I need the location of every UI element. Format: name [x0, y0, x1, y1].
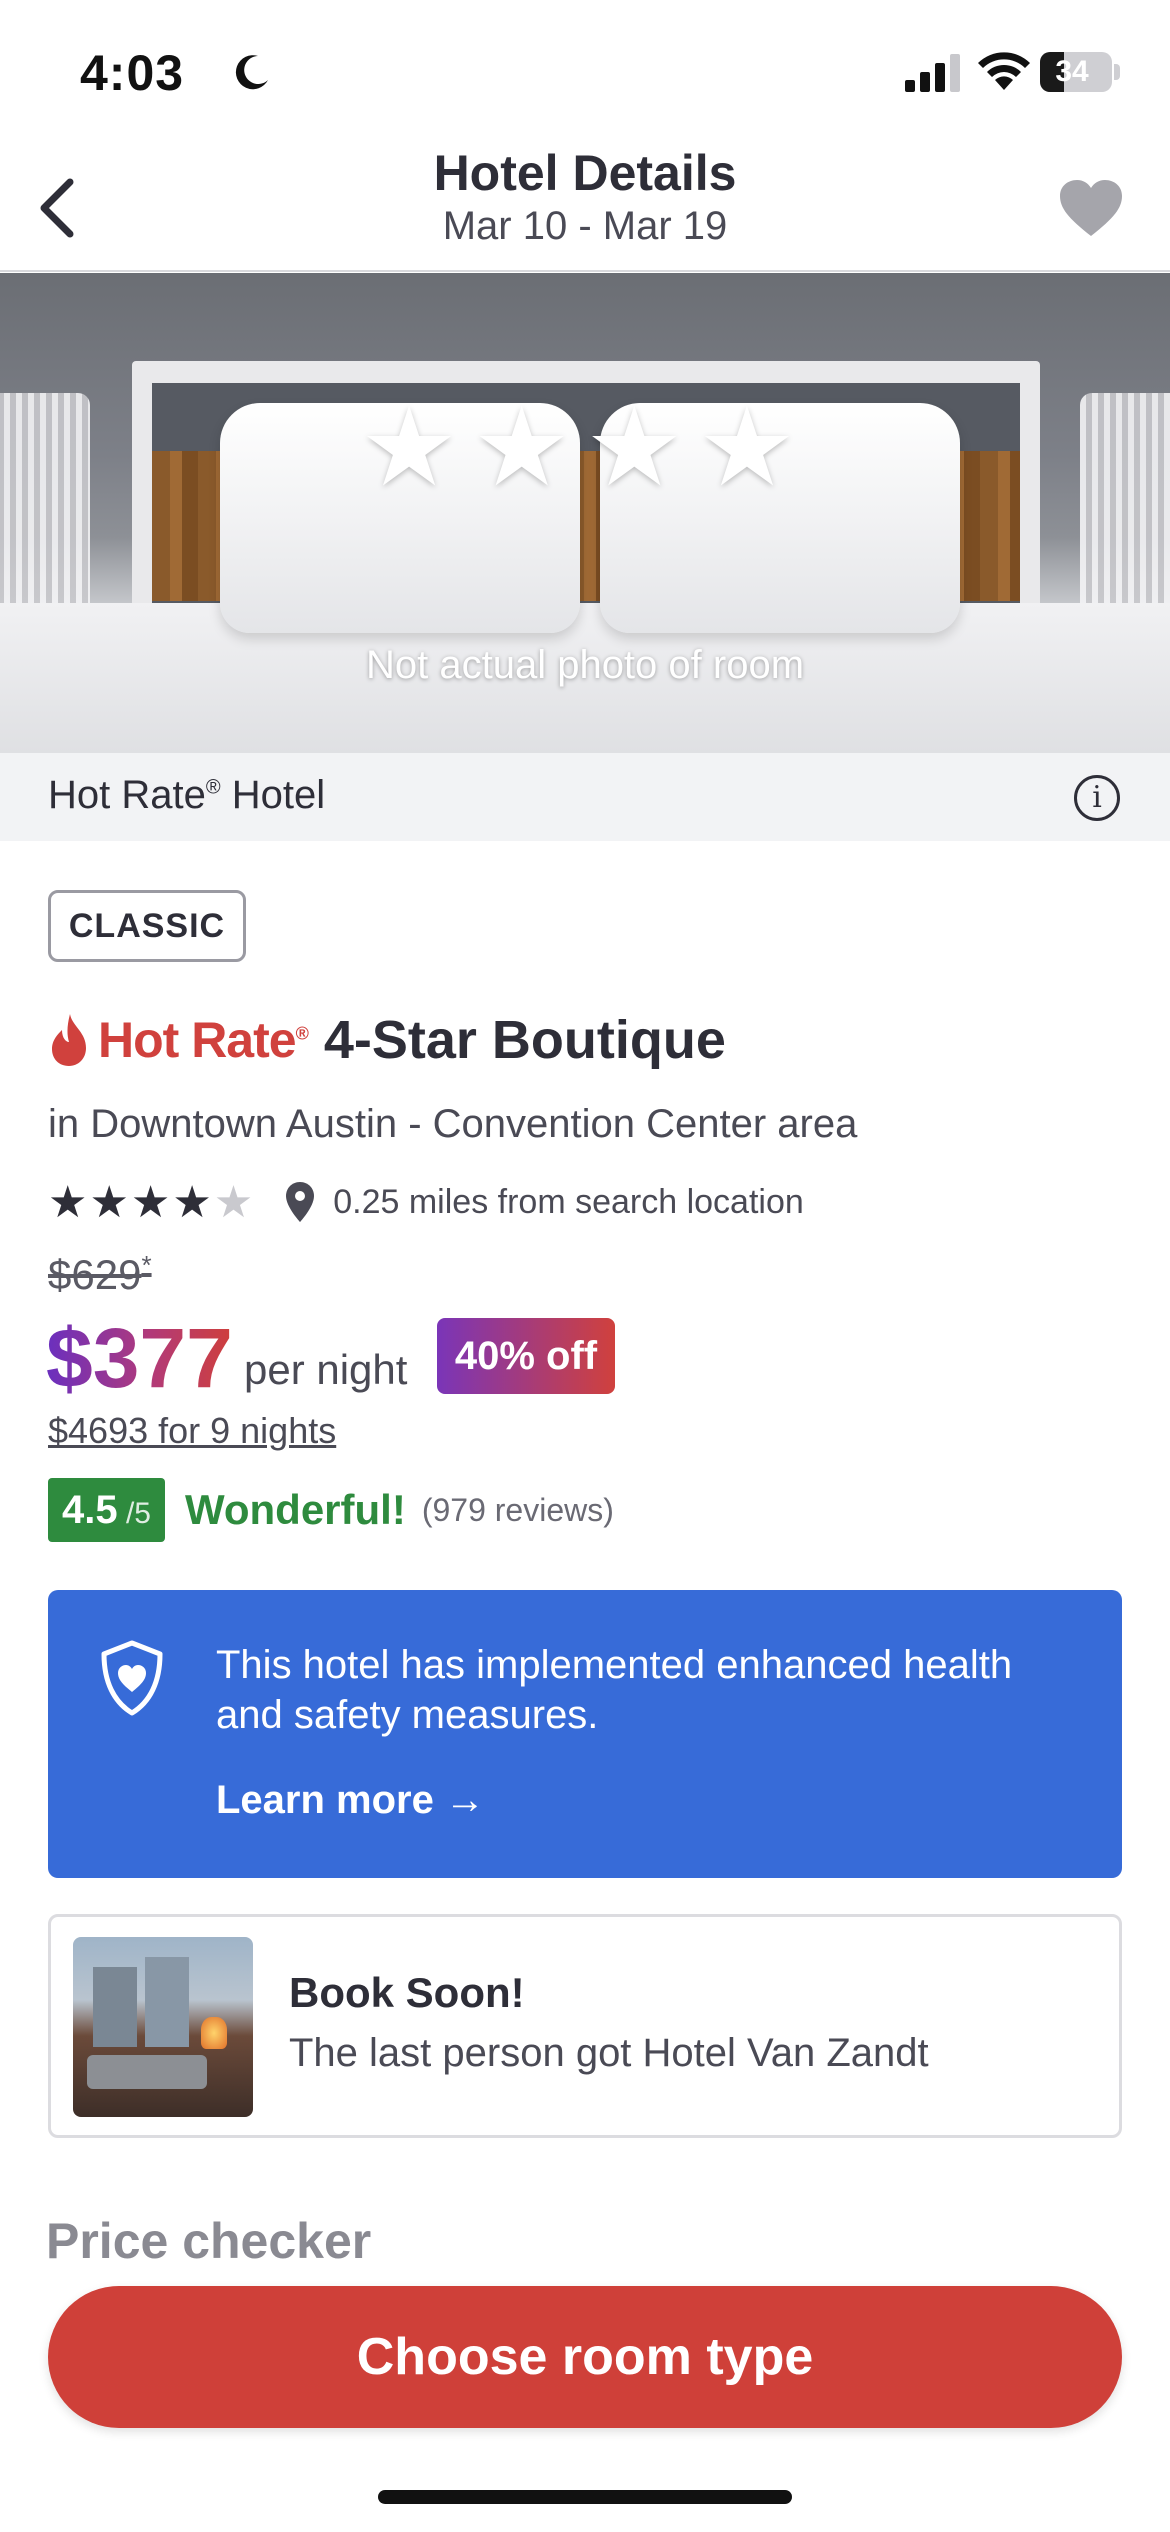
discount-badge: 40% off [437, 1318, 615, 1394]
review-count: (979 reviews) [421, 1491, 614, 1528]
hot-rate-brand: Hot Rate® [98, 1012, 309, 1068]
distance-text: 0.25 miles from search location [333, 1182, 804, 1221]
nightly-price: $377 [46, 1308, 233, 1408]
book-soon-text: The last person got Hotel Van Zandt [289, 2031, 929, 2075]
wifi-icon [978, 52, 1030, 90]
review-score: 4.5 /5 [48, 1478, 165, 1542]
battery-nub [1114, 64, 1120, 80]
price-checker-heading: Price checker [46, 2213, 372, 2269]
hotel-name: 4-Star Boutique [323, 1010, 726, 1070]
shield-heart-icon [101, 1640, 163, 1716]
nav-header: Hotel Details Mar 10 - Mar 19 [0, 140, 1170, 272]
thumb-building [145, 1957, 189, 2047]
battery-level: 34 [1055, 55, 1089, 88]
thumb-building [93, 1967, 137, 2047]
thumb-sofa [87, 2055, 207, 2089]
hotel-hero-image: ★★★★ Not actual photo of room [0, 273, 1170, 753]
total-price-link[interactable]: $4693 for 9 nights [48, 1410, 336, 1452]
flame-icon [52, 1014, 86, 1066]
class-badge: CLASSIC [48, 890, 246, 962]
photo-disclaimer: Not actual photo of room [365, 643, 805, 687]
signal-icon [905, 54, 960, 92]
per-night-label: per night [244, 1346, 408, 1393]
star-rating: ★★★★★ [48, 1177, 256, 1227]
review-row[interactable]: 4.5 /5 Wonderful! (979 reviews) [48, 1478, 614, 1542]
status-bar: 4:03 34 [0, 0, 1170, 140]
book-soon-title: Book Soon! [289, 1969, 525, 2016]
book-soon-card: Book Soon! The last person got Hotel Van… [48, 1914, 1122, 2138]
map-pin-icon [286, 1182, 315, 1222]
date-range: Mar 10 - Mar 19 [442, 204, 728, 248]
hotel-thumbnail [73, 1937, 253, 2117]
choose-room-type-button[interactable]: Choose room type [48, 2286, 1122, 2428]
status-time: 4:03 [80, 45, 185, 101]
info-icon[interactable]: i [1074, 775, 1120, 821]
hero-star-rating: ★★★★ [359, 386, 811, 509]
rating-row: ★★★★★ 0.25 miles from search location [48, 1176, 804, 1228]
hot-rate-bar: Hot Rate® Hotel i [0, 753, 1170, 841]
home-indicator[interactable] [378, 2490, 792, 2504]
battery-icon: 34 [1040, 52, 1112, 92]
thumb-fireplace [201, 2017, 227, 2049]
health-safety-text: This hotel has implemented enhanced heal… [216, 1643, 1013, 1737]
hotel-location: in Downtown Austin - Convention Center a… [48, 1102, 858, 1146]
learn-more-link[interactable]: Learn more → [216, 1778, 485, 1823]
health-safety-card: This hotel has implemented enhanced heal… [48, 1590, 1122, 1878]
hotel-title: Hot Rate® 4-Star Boutique [48, 1000, 726, 1080]
heart-icon[interactable] [1058, 178, 1124, 238]
review-label: Wonderful! [184, 1486, 406, 1533]
original-price: $629* [48, 1250, 152, 1298]
moon-icon [235, 55, 268, 90]
hot-rate-label: Hot Rate® Hotel [48, 773, 326, 817]
page-title: Hotel Details [433, 145, 737, 201]
